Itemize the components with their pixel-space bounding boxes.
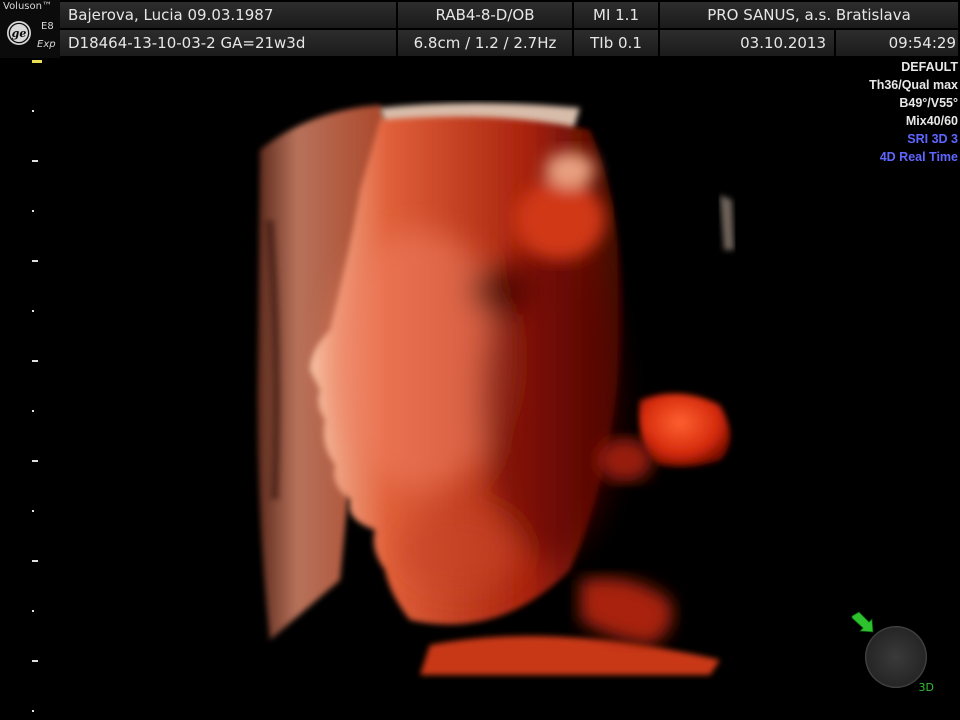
depth-tick <box>32 610 34 612</box>
depth-tick <box>32 710 34 712</box>
depth-tick <box>32 560 38 562</box>
depth-tick <box>32 60 42 63</box>
exam-id-field: D18464-13-10-03-2 GA=21w3d <box>60 30 398 56</box>
depth-tick <box>32 110 34 112</box>
institution-field: PRO SANUS, a.s. Bratislava <box>660 2 960 28</box>
depth-scale <box>28 56 48 720</box>
depth-tick <box>32 360 38 362</box>
depth-tick <box>32 460 38 462</box>
patient-name-field: Bajerova, Lucia 09.03.1987 <box>60 2 398 28</box>
time-field: 09:54:29 <box>836 30 960 56</box>
view-mode-label: 3D <box>918 681 934 694</box>
header-bar: Voluson™ ge E8 Exp Bajerova, Lucia 09.03… <box>0 0 960 58</box>
model-label: E8 <box>41 21 54 32</box>
preset-line: B49°/V55° <box>899 96 958 110</box>
depth-tick <box>32 260 38 262</box>
mi-field: MI 1.1 <box>574 2 660 28</box>
ge-logo-icon: ge <box>7 21 31 45</box>
depth-tick <box>32 160 38 162</box>
right-edge-structure <box>720 195 734 250</box>
ultrasound-3d-render <box>257 103 734 675</box>
svg-text:ge: ge <box>12 27 27 40</box>
preset-line: Th36/Qual max <box>869 78 958 92</box>
date-field: 03.10.2013 <box>660 30 836 56</box>
depth-tick <box>32 310 34 312</box>
scan-params-field: 6.8cm / 1.2 / 2.7Hz <box>398 30 574 56</box>
green-arrow-icon <box>851 611 874 633</box>
depth-tick <box>32 510 34 512</box>
depth-tick <box>32 660 38 662</box>
realtime-label: 4D Real Time <box>879 150 958 164</box>
brand-panel: Voluson™ ge E8 Exp <box>0 0 60 58</box>
sri-label: SRI 3D 3 <box>907 132 958 146</box>
depth-tick <box>32 410 34 412</box>
preset-line: Mix40/60 <box>905 114 958 128</box>
orientation-ball <box>865 626 927 688</box>
brand-label: Voluson™ <box>3 1 52 12</box>
face-shading <box>330 230 620 590</box>
orientation-widget[interactable]: 3D <box>846 610 936 696</box>
tib-field: TIb 0.1 <box>574 30 660 56</box>
probe-field: RAB4-8-D/OB <box>398 2 574 28</box>
preset-info: DEFAULT Th36/Qual max B49°/V55° Mix40/60… <box>869 58 958 166</box>
preset-line: DEFAULT <box>901 60 958 74</box>
mode-label: Exp <box>37 39 56 50</box>
depth-tick <box>32 210 34 212</box>
